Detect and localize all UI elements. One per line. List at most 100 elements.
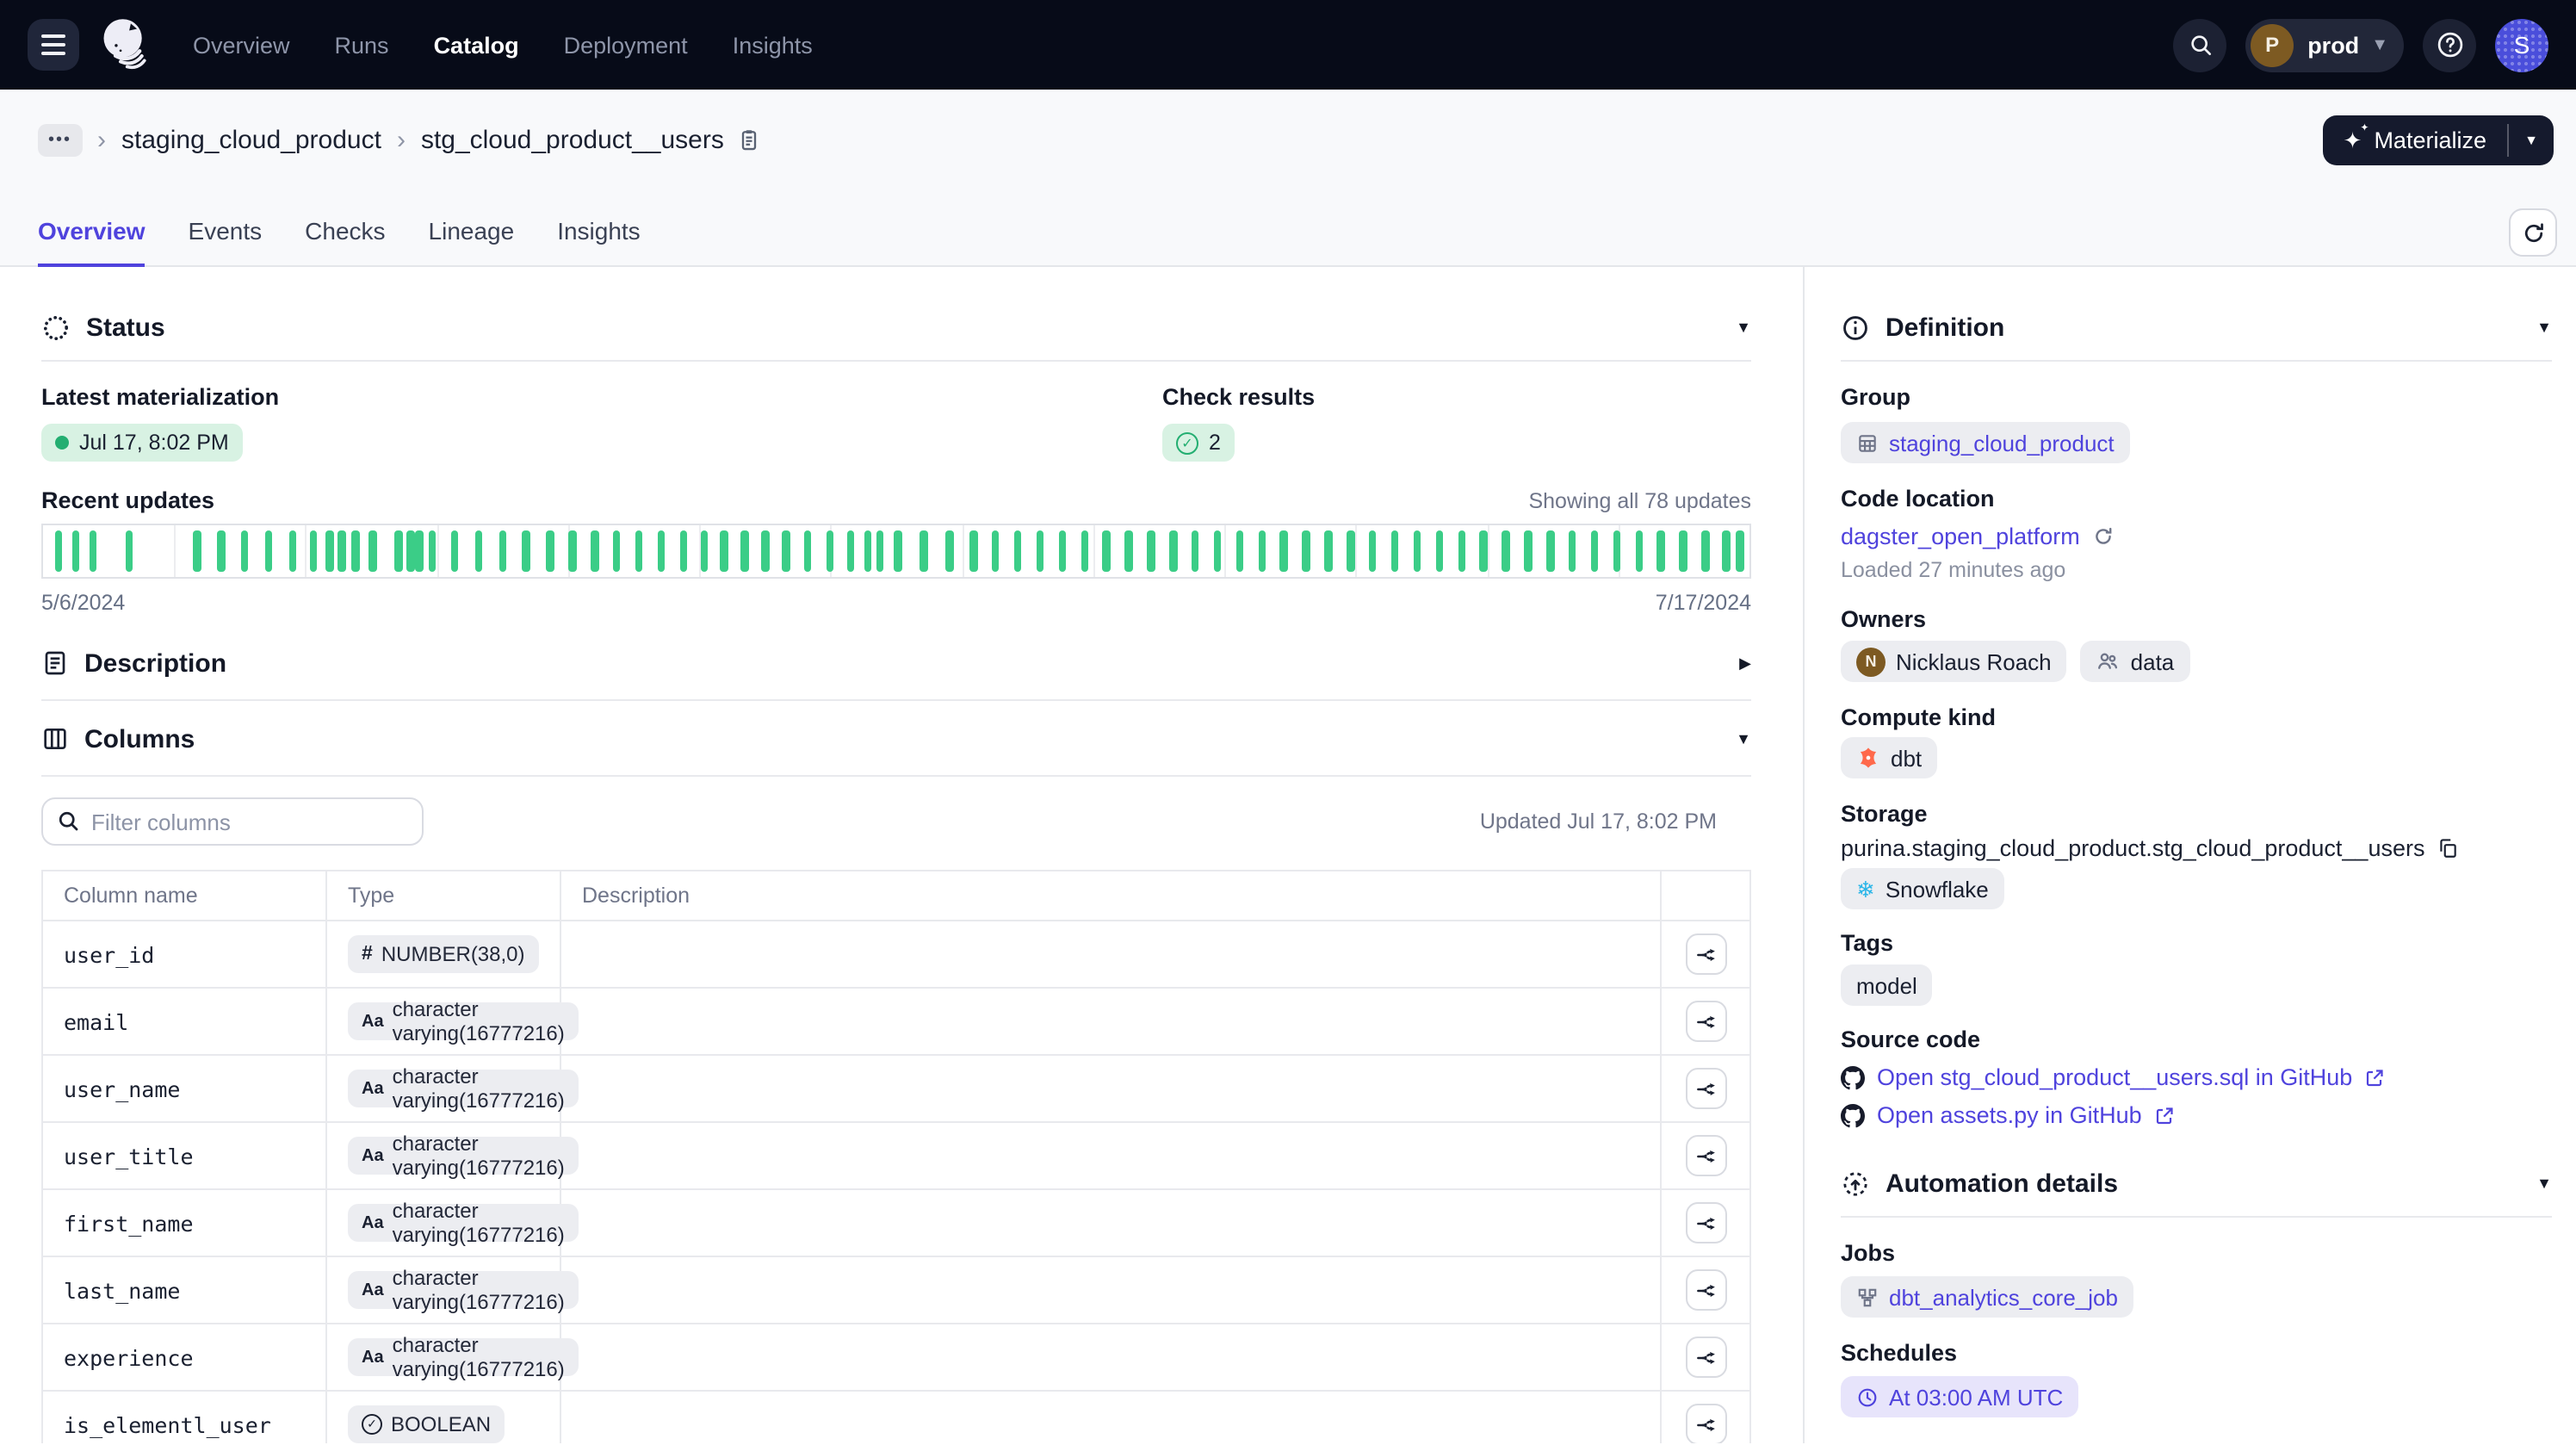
owner-pill[interactable]: N Nicklaus Roach [1841, 641, 2067, 682]
source-sql-link[interactable]: Open stg_cloud_product__users.sql in Git… [1877, 1064, 2352, 1090]
column-lineage-button[interactable] [1686, 1336, 1727, 1378]
expand-description-icon[interactable]: ▶ [1739, 654, 1751, 673]
column-lineage-button[interactable] [1686, 1269, 1727, 1311]
update-event-bar[interactable] [679, 530, 687, 572]
update-event-bar[interactable] [474, 530, 482, 572]
update-event-bar[interactable] [1324, 530, 1332, 572]
refresh-button[interactable] [2509, 208, 2557, 257]
update-event-bar[interactable] [1524, 530, 1532, 572]
source-assets-link[interactable]: Open assets.py in GitHub [1877, 1102, 2142, 1128]
update-event-bar[interactable] [895, 530, 902, 572]
update-event-bar[interactable] [782, 530, 790, 572]
column-lineage-button[interactable] [1686, 1068, 1727, 1109]
update-event-bar[interactable] [1722, 530, 1730, 572]
job-pill[interactable]: dbt_analytics_core_job [1841, 1276, 2133, 1318]
column-lineage-button[interactable] [1686, 1202, 1727, 1243]
update-event-bar[interactable] [1235, 530, 1243, 572]
nav-item-deployment[interactable]: Deployment [564, 32, 688, 58]
collapse-columns-icon[interactable]: ▼ [1736, 730, 1751, 747]
update-event-bar[interactable] [1591, 530, 1599, 572]
dagster-logo-icon[interactable] [96, 14, 155, 76]
hamburger-menu-button[interactable] [28, 19, 79, 71]
update-event-bar[interactable] [1680, 530, 1687, 572]
materialize-button[interactable]: ✦✦ Materialize [2323, 115, 2507, 165]
update-event-bar[interactable] [1458, 530, 1465, 572]
update-event-bar[interactable] [591, 530, 598, 572]
update-event-bar[interactable] [568, 530, 576, 572]
update-event-bar[interactable] [547, 530, 554, 572]
tab-insights[interactable]: Insights [557, 217, 641, 267]
update-event-bar[interactable] [451, 530, 459, 572]
update-event-bar[interactable] [1103, 530, 1111, 572]
update-event-bar[interactable] [657, 530, 665, 572]
copy-storage-path-icon[interactable] [2437, 837, 2459, 859]
update-event-bar[interactable] [241, 530, 249, 572]
update-event-bar[interactable] [876, 530, 883, 572]
update-event-bar[interactable] [1214, 530, 1222, 572]
update-event-bar[interactable] [394, 530, 402, 572]
update-event-bar[interactable] [72, 530, 80, 572]
update-event-bar[interactable] [523, 530, 530, 572]
update-event-bar[interactable] [700, 530, 708, 572]
update-event-bar[interactable] [1635, 530, 1643, 572]
update-event-bar[interactable] [1480, 530, 1488, 572]
owner-team-pill[interactable]: data [2081, 641, 2190, 682]
update-event-bar[interactable] [369, 530, 377, 572]
update-event-bar[interactable] [846, 530, 854, 572]
update-event-bar[interactable] [55, 530, 63, 572]
copy-asset-name-icon[interactable] [738, 127, 762, 152]
nav-item-insights[interactable]: Insights [733, 32, 813, 58]
compute-kind-pill[interactable]: dbt [1841, 737, 1937, 778]
update-event-bar[interactable] [288, 530, 296, 572]
update-event-bar[interactable] [992, 530, 1000, 572]
search-button[interactable] [2173, 18, 2226, 71]
update-event-bar[interactable] [741, 530, 749, 572]
group-pill[interactable]: staging_cloud_product [1841, 422, 2130, 463]
update-event-bar[interactable] [920, 530, 928, 572]
update-event-bar[interactable] [1192, 530, 1199, 572]
update-event-bar[interactable] [1391, 530, 1399, 572]
update-event-bar[interactable] [1435, 530, 1443, 572]
update-event-bar[interactable] [1369, 530, 1377, 572]
update-event-bar[interactable] [1303, 530, 1310, 572]
update-event-bar[interactable] [827, 530, 834, 572]
check-results-pill[interactable]: ✓ 2 [1162, 424, 1235, 462]
update-event-bar[interactable] [326, 530, 334, 572]
update-event-bar[interactable] [1058, 530, 1066, 572]
collapse-status-icon[interactable]: ▼ [1736, 319, 1751, 336]
update-event-bar[interactable] [125, 530, 133, 572]
update-event-bar[interactable] [265, 530, 273, 572]
environment-switcher[interactable]: P prod ▼ [2245, 18, 2404, 71]
update-event-bar[interactable] [352, 530, 360, 572]
reload-location-icon[interactable] [2092, 525, 2115, 548]
storage-platform-pill[interactable]: ❄ Snowflake [1841, 868, 2004, 909]
update-event-bar[interactable] [217, 530, 225, 572]
update-event-bar[interactable] [1414, 530, 1421, 572]
collapse-automation-icon[interactable]: ▼ [2536, 1175, 2552, 1192]
column-lineage-button[interactable] [1686, 1135, 1727, 1176]
update-event-bar[interactable] [613, 530, 621, 572]
update-event-bar[interactable] [1014, 530, 1022, 572]
update-event-bar[interactable] [635, 530, 643, 572]
update-event-bar[interactable] [193, 530, 201, 572]
update-event-bar[interactable] [1125, 530, 1133, 572]
update-event-bar[interactable] [89, 530, 96, 572]
update-event-bar[interactable] [1258, 530, 1266, 572]
schedule-pill[interactable]: At 03:00 AM UTC [1841, 1376, 2078, 1417]
update-event-bar[interactable] [1147, 530, 1155, 572]
tab-events[interactable]: Events [189, 217, 263, 267]
update-event-bar[interactable] [406, 530, 414, 572]
column-lineage-button[interactable] [1686, 1001, 1727, 1042]
update-event-bar[interactable] [1569, 530, 1576, 572]
update-event-bar[interactable] [1081, 530, 1088, 572]
breadcrumb-group[interactable]: staging_cloud_product [121, 125, 381, 154]
update-event-bar[interactable] [338, 530, 346, 572]
filter-columns-input[interactable] [41, 797, 424, 846]
code-location-link[interactable]: dagster_open_platform [1841, 524, 2080, 549]
materialize-dropdown-button[interactable]: ▼ [2509, 115, 2554, 165]
user-avatar[interactable]: S [2495, 18, 2548, 71]
update-event-bar[interactable] [415, 530, 423, 572]
tab-overview[interactable]: Overview [38, 217, 146, 267]
update-event-bar[interactable] [1657, 530, 1665, 572]
tag-pill[interactable]: model [1841, 964, 1933, 1006]
